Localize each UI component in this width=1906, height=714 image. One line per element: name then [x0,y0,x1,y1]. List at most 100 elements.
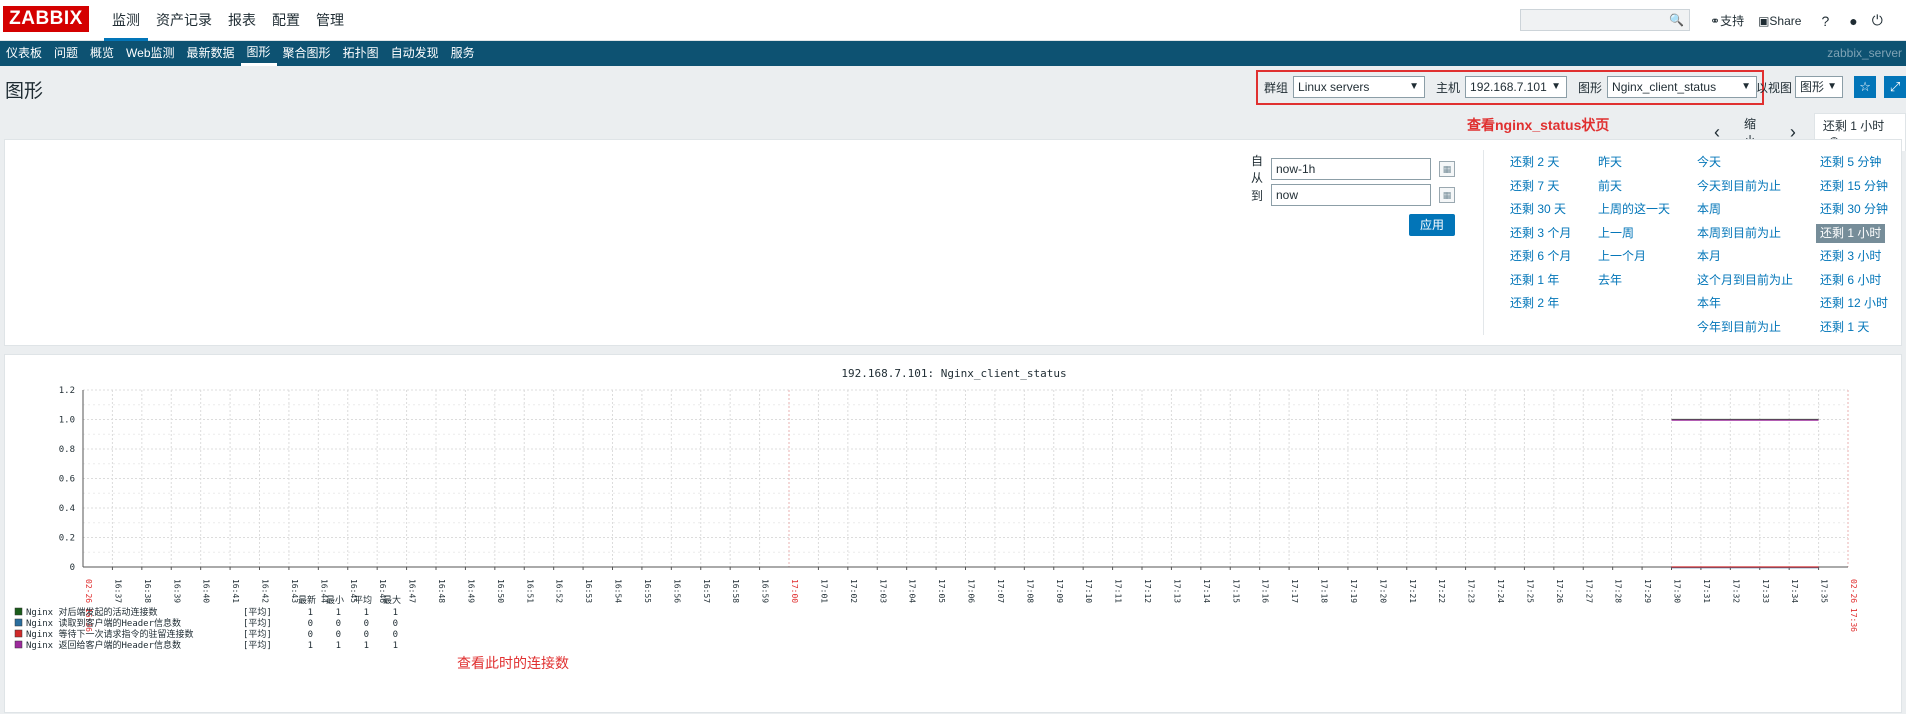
subnav-screens[interactable]: 聚合图形 [277,41,337,66]
quick-range-link[interactable]: 还剩 12 小时 [1820,294,1888,318]
quick-range-link-active[interactable]: 还剩 1 小时 [1816,223,1886,243]
subnav-discovery[interactable]: 自动发现 [385,41,445,66]
favorite-star-icon[interactable]: ☆ [1854,76,1877,98]
to-input[interactable]: now [1271,184,1431,206]
x-tick-label: 17:22 [1437,579,1446,603]
quick-range-link[interactable]: 还剩 3 个月 [1510,224,1571,248]
x-tick-label: 16:57 [702,579,711,603]
quick-range-link[interactable]: 这个月到目前为止 [1697,271,1793,295]
user-profile-icon[interactable]: ● [1849,13,1857,29]
x-tick-label: 17:27 [1584,579,1593,603]
menu-monitoring[interactable]: 监测 [104,0,148,41]
quick-range-link[interactable]: 本月 [1697,247,1793,271]
legend-func: [平均] [243,628,272,640]
quick-range-link[interactable]: 今天 [1697,153,1793,177]
legend-stat-value: 0 [393,619,398,629]
quick-range-link[interactable]: 上一周 [1598,224,1670,248]
host-value: 192.168.7.101 [1470,80,1547,94]
quick-range-link[interactable]: 还剩 3 小时 [1820,247,1888,271]
menu-reports[interactable]: 报表 [220,0,264,41]
quick-range-link[interactable]: 还剩 1 天 [1820,318,1888,342]
group-select[interactable]: Linux servers ▼ [1293,76,1426,98]
x-tick-label: 16:40 [202,579,211,603]
share-label: Share [1769,13,1802,28]
x-tick-label: 16:59 [761,579,770,603]
quick-range-column-1: 还剩 2 天 还剩 7 天 还剩 30 天 还剩 3 个月 还剩 6 个月 还剩… [1510,153,1571,318]
time-bar: 查看nginx_status状页 ‹ 缩小 › 还剩 1 小时 ◷ [0,109,1906,151]
subnav-graphs[interactable]: 图形 [240,41,277,66]
from-label: 自从 [1250,154,1263,185]
menu-administration[interactable]: 管理 [308,0,352,41]
quick-range-link[interactable]: 本周 [1697,200,1793,224]
quick-range-link[interactable]: 还剩 2 天 [1510,153,1571,177]
apply-button[interactable]: 应用 [1409,214,1455,236]
quick-range-link[interactable]: 还剩 1 年 [1510,271,1571,295]
search-input[interactable]: 🔍 [1520,9,1690,31]
subnav-problems[interactable]: 问题 [48,41,84,66]
quick-range-link[interactable]: 今年到目前为止 [1697,318,1793,342]
chevron-down-icon: ▼ [1409,81,1420,92]
subnav-latest-data[interactable]: 最新数据 [181,41,241,66]
legend-func: [平均] [243,617,272,629]
quick-range-link[interactable]: 还剩 5 分钟 [1820,153,1888,177]
graph-select[interactable]: Nginx_client_status ▼ [1607,76,1758,98]
chart-grid [82,389,1849,568]
subnav-dashboard[interactable]: 仪表板 [0,41,48,66]
quick-range-link[interactable]: 还剩 30 天 [1510,200,1571,224]
subnav-overview[interactable]: 概览 [84,41,120,66]
y-axis: 0 0.2 0.4 0.6 0.8 1.0 1.2 [59,386,84,573]
quick-range-link[interactable]: 前天 [1598,177,1670,201]
quick-range-link[interactable]: 本年 [1697,294,1793,318]
quick-range-link[interactable]: 还剩 30 分钟 [1820,200,1888,224]
quick-range-link[interactable]: 本周到目前为止 [1697,224,1793,248]
x-tick-label: 17:12 [1143,579,1152,603]
subnav-services[interactable]: 服务 [445,41,481,66]
graph-filters: 群组 Linux servers ▼ 主机 192.168.7.101 ▼ 图形 N… [1264,76,1758,98]
quick-range-link[interactable]: 昨天 [1598,153,1670,177]
from-input[interactable]: now-1h [1271,158,1431,180]
legend-series-name: Nginx 返回给客户端的Header信息数 [26,639,181,651]
quick-range-link[interactable]: 还剩 15 分钟 [1820,177,1888,201]
menu-configuration[interactable]: 配置 [264,0,308,41]
subnav-maps[interactable]: 拓扑图 [337,41,385,66]
x-tick-label: 17:01 [819,579,828,603]
x-tick-label: 17:24 [1496,579,1505,603]
view-value: 图形 [1800,80,1825,94]
host-select[interactable]: 192.168.7.101 ▼ [1465,76,1568,98]
quick-range-link[interactable]: 上周的这一天 [1598,200,1670,224]
legend-stat-value: 1 [336,608,341,618]
support-link[interactable]: ⚭支持 [1710,12,1744,29]
x-tick-label: 16:47 [408,579,417,603]
calendar-icon[interactable]: ▦ [1439,187,1455,203]
fullscreen-icon[interactable]: ⤢ [1884,76,1906,98]
x-tick-label: 17:20 [1378,579,1387,603]
quick-range-link[interactable]: 去年 [1598,271,1670,295]
calendar-icon[interactable]: ▦ [1439,161,1455,177]
x-tick-label: 16:41 [231,579,240,603]
view-select[interactable]: 图形 ▼ [1795,76,1844,98]
quick-range-link[interactable]: 上一个月 [1598,247,1670,271]
x-tick-label: 17:31 [1702,579,1711,603]
x-tick-label: 16:53 [584,579,593,603]
graph-value: Nginx_client_status [1612,80,1717,94]
sign-out-icon[interactable]: ⏻ [1872,12,1883,29]
zabbix-logo[interactable]: ZABBIX [3,6,89,32]
help-link[interactable]: ? [1821,13,1829,29]
x-tick-label: 17:17 [1290,579,1299,603]
share-link[interactable]: ▣Share [1758,14,1801,28]
x-hour-label: 17:00 [790,579,799,603]
chevron-down-icon: ▼ [1827,81,1838,92]
graph-chart[interactable]: 192.168.7.101: Nginx_client_status 00.20… [5,355,1903,714]
quick-range-link[interactable]: 今天到目前为止 [1697,177,1793,201]
quick-range-link[interactable]: 还剩 2 年 [1510,294,1571,318]
menu-inventory[interactable]: 资产记录 [148,0,220,41]
quick-range-link[interactable]: 还剩 7 天 [1510,177,1571,201]
quick-range-link[interactable]: 还剩 6 小时 [1820,271,1888,295]
to-label: 到 [1250,188,1263,203]
search-icon[interactable]: 🔍 [1669,13,1684,27]
subnav-web[interactable]: Web监测 [120,41,180,66]
x-tick-label: 17:23 [1467,579,1476,603]
legend-swatch [14,640,23,649]
quick-range-link[interactable]: 还剩 6 个月 [1510,247,1571,271]
x-tick-label: 16:55 [643,579,652,603]
